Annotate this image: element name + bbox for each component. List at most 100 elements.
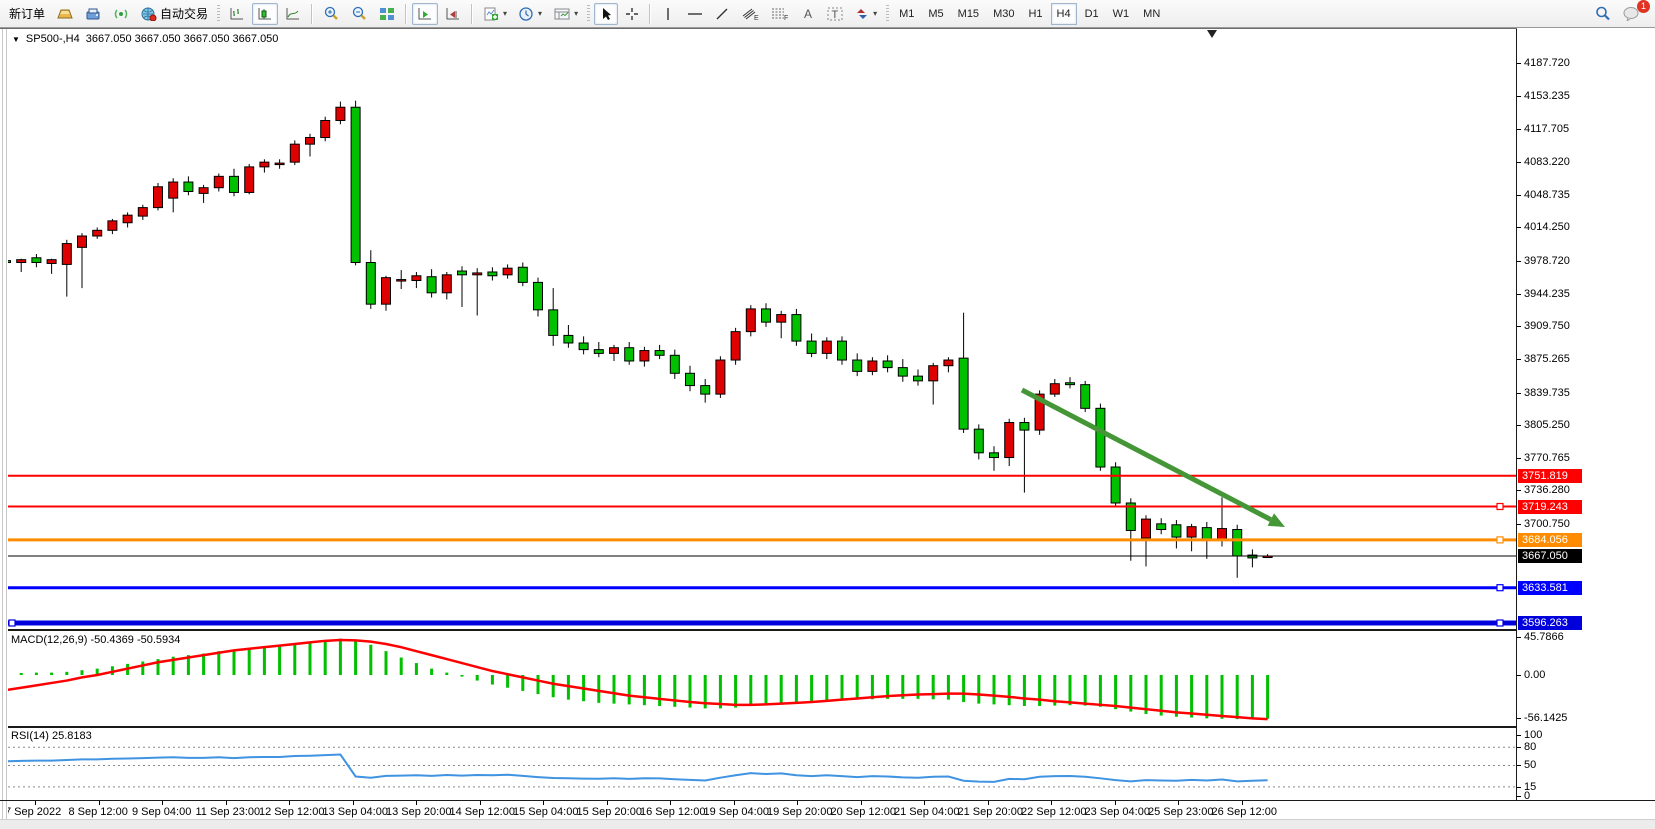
- axis-tick: [1517, 195, 1521, 196]
- gold-ingot-icon[interactable]: [52, 3, 78, 25]
- timeframe-toolbar: M1M5M15M30H1H4D1W1MN: [893, 3, 1166, 25]
- zoom-out-icon[interactable]: [346, 3, 372, 25]
- arrows-button[interactable]: ▾: [850, 3, 882, 25]
- candle: [625, 342, 634, 365]
- crosshair-icon[interactable]: [620, 3, 644, 25]
- rsi-panel-separator[interactable]: [8, 726, 1516, 728]
- bar-chart-icon[interactable]: [224, 3, 250, 25]
- timeframe-mn[interactable]: MN: [1137, 3, 1166, 25]
- candle: [351, 101, 360, 266]
- templates-button[interactable]: ▾: [549, 3, 583, 25]
- candlestick-chart-icon[interactable]: [252, 3, 278, 25]
- price-chart-canvas[interactable]: [8, 28, 1516, 631]
- price-level-badge: 3719.243: [1518, 500, 1582, 514]
- price-tick-label: 3978.720: [1524, 255, 1570, 267]
- main-toolbar: 新订单 自动交易 ▾ ▾: [0, 0, 1655, 28]
- chevron-down-icon: ▾: [538, 9, 542, 18]
- timeframe-m1[interactable]: M1: [893, 3, 920, 25]
- chart-shift-icon[interactable]: [440, 3, 466, 25]
- rsi-panel-canvas[interactable]: [8, 728, 1516, 800]
- candle: [503, 264, 512, 278]
- timeframe-h1[interactable]: H1: [1022, 3, 1048, 25]
- candle: [807, 334, 816, 358]
- window-left-border[interactable]: [2, 29, 3, 819]
- fibonacci-icon[interactable]: F: [766, 3, 794, 25]
- horizontal-line-icon[interactable]: [682, 3, 708, 25]
- notifications-button[interactable]: 1: [1618, 3, 1645, 25]
- candle: [883, 355, 892, 372]
- candle: [1157, 518, 1166, 534]
- timeframe-m30[interactable]: M30: [987, 3, 1020, 25]
- candle: [230, 169, 239, 196]
- toolbar-grip: [587, 5, 590, 23]
- candle: [1081, 381, 1090, 412]
- candle: [959, 313, 968, 433]
- candle: [1172, 520, 1181, 548]
- axis-tick: [1517, 524, 1521, 525]
- trendline-icon[interactable]: [710, 3, 734, 25]
- time-axis-tick: [924, 801, 925, 805]
- axis-tick: [1517, 227, 1521, 228]
- ohlc-readout: 3667.050 3667.050 3667.050 3667.050: [86, 33, 279, 45]
- line-handle[interactable]: [9, 620, 15, 626]
- candle: [154, 183, 163, 210]
- timeframe-m5[interactable]: M5: [922, 3, 949, 25]
- macd-panel-canvas[interactable]: [8, 631, 1516, 728]
- text-icon[interactable]: A: [796, 3, 820, 25]
- timeframe-h4[interactable]: H4: [1051, 3, 1077, 25]
- search-icon[interactable]: [1590, 3, 1616, 25]
- new-order-button[interactable]: 新订单: [4, 3, 50, 25]
- chart-shift-marker[interactable]: [1207, 30, 1217, 38]
- zoom-in-icon[interactable]: [318, 3, 344, 25]
- time-tick-label: 23 Sep 04:00: [1085, 806, 1150, 818]
- candle: [1126, 498, 1135, 560]
- rsi-indicator-label: RSI(14) 25.8183: [11, 730, 92, 742]
- axis-tick: [1517, 458, 1521, 459]
- collapse-icon[interactable]: ▼: [12, 35, 20, 44]
- line-chart-icon[interactable]: [280, 3, 306, 25]
- price-level-badge: 3751.819: [1518, 469, 1582, 483]
- indicators-button[interactable]: ▾: [478, 3, 512, 25]
- macd-panel-separator[interactable]: [8, 629, 1516, 631]
- candle: [762, 303, 771, 327]
- time-axis-tick: [861, 801, 862, 805]
- line-handle[interactable]: [1497, 620, 1503, 626]
- toolbar-separator: [405, 4, 407, 24]
- candle: [214, 174, 223, 192]
- toolbar-separator: [311, 4, 313, 24]
- candle: [534, 278, 543, 317]
- axis-tick: [1517, 747, 1521, 748]
- equidistant-channel-icon[interactable]: E: [736, 3, 764, 25]
- printer-icon[interactable]: [80, 3, 106, 25]
- periods-button[interactable]: ▾: [514, 3, 547, 25]
- timeframe-d1[interactable]: D1: [1079, 3, 1105, 25]
- candle: [336, 102, 345, 125]
- time-tick-label: 26 Sep 12:00: [1212, 806, 1277, 818]
- price-axis[interactable]: 4187.7204153.2354117.7054083.2204048.735…: [1517, 28, 1655, 800]
- chevron-down-icon: ▾: [503, 9, 507, 18]
- axis-tick: [1517, 162, 1521, 163]
- broadcast-icon[interactable]: [108, 3, 134, 25]
- text-label-icon[interactable]: T: [822, 3, 848, 25]
- line-handle[interactable]: [1497, 585, 1503, 591]
- autotrading-button[interactable]: 自动交易: [136, 3, 213, 25]
- auto-scroll-icon[interactable]: [412, 3, 438, 25]
- tile-windows-icon[interactable]: [374, 3, 400, 25]
- svg-text:E: E: [754, 15, 759, 21]
- cursor-icon[interactable]: [594, 3, 618, 25]
- axis-tick: [1517, 735, 1521, 736]
- toolbar-separator: [649, 4, 651, 24]
- axis-tick: [1517, 425, 1521, 426]
- time-tick-label: 11 Sep 23:00: [196, 806, 261, 818]
- timeframe-w1[interactable]: W1: [1107, 3, 1136, 25]
- time-axis[interactable]: 7 Sep 20228 Sep 12:009 Sep 04:0011 Sep 2…: [8, 801, 1516, 819]
- line-handle[interactable]: [1497, 504, 1503, 510]
- candle: [184, 176, 193, 195]
- macd-indicator-label: MACD(12,26,9) -50.4369 -50.5934: [11, 634, 180, 646]
- timeframe-m15[interactable]: M15: [952, 3, 985, 25]
- line-handle[interactable]: [1497, 537, 1503, 543]
- candle: [1066, 377, 1075, 388]
- vertical-line-icon[interactable]: [656, 3, 680, 25]
- candle: [1050, 379, 1059, 397]
- time-tick-label: 19 Sep 04:00: [704, 806, 769, 818]
